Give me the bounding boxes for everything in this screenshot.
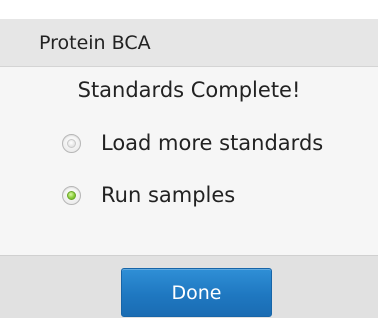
title-bar: Protein BCA bbox=[0, 19, 378, 67]
option-label: Load more standards bbox=[101, 131, 324, 155]
option-load-more-standards[interactable]: Load more standards bbox=[62, 126, 323, 160]
top-strip bbox=[0, 0, 378, 19]
dialog-footer: Done bbox=[0, 255, 378, 318]
radio-button-unselected[interactable] bbox=[62, 133, 81, 153]
option-run-samples[interactable]: Run samples bbox=[62, 178, 235, 212]
dialog: Protein BCA Standards Complete! Load mor… bbox=[0, 0, 378, 318]
radio-button-selected[interactable] bbox=[62, 185, 81, 205]
option-label: Run samples bbox=[101, 183, 236, 207]
dialog-title: Protein BCA bbox=[39, 32, 151, 54]
done-button[interactable]: Done bbox=[121, 268, 272, 317]
status-message: Standards Complete! bbox=[77, 78, 301, 102]
